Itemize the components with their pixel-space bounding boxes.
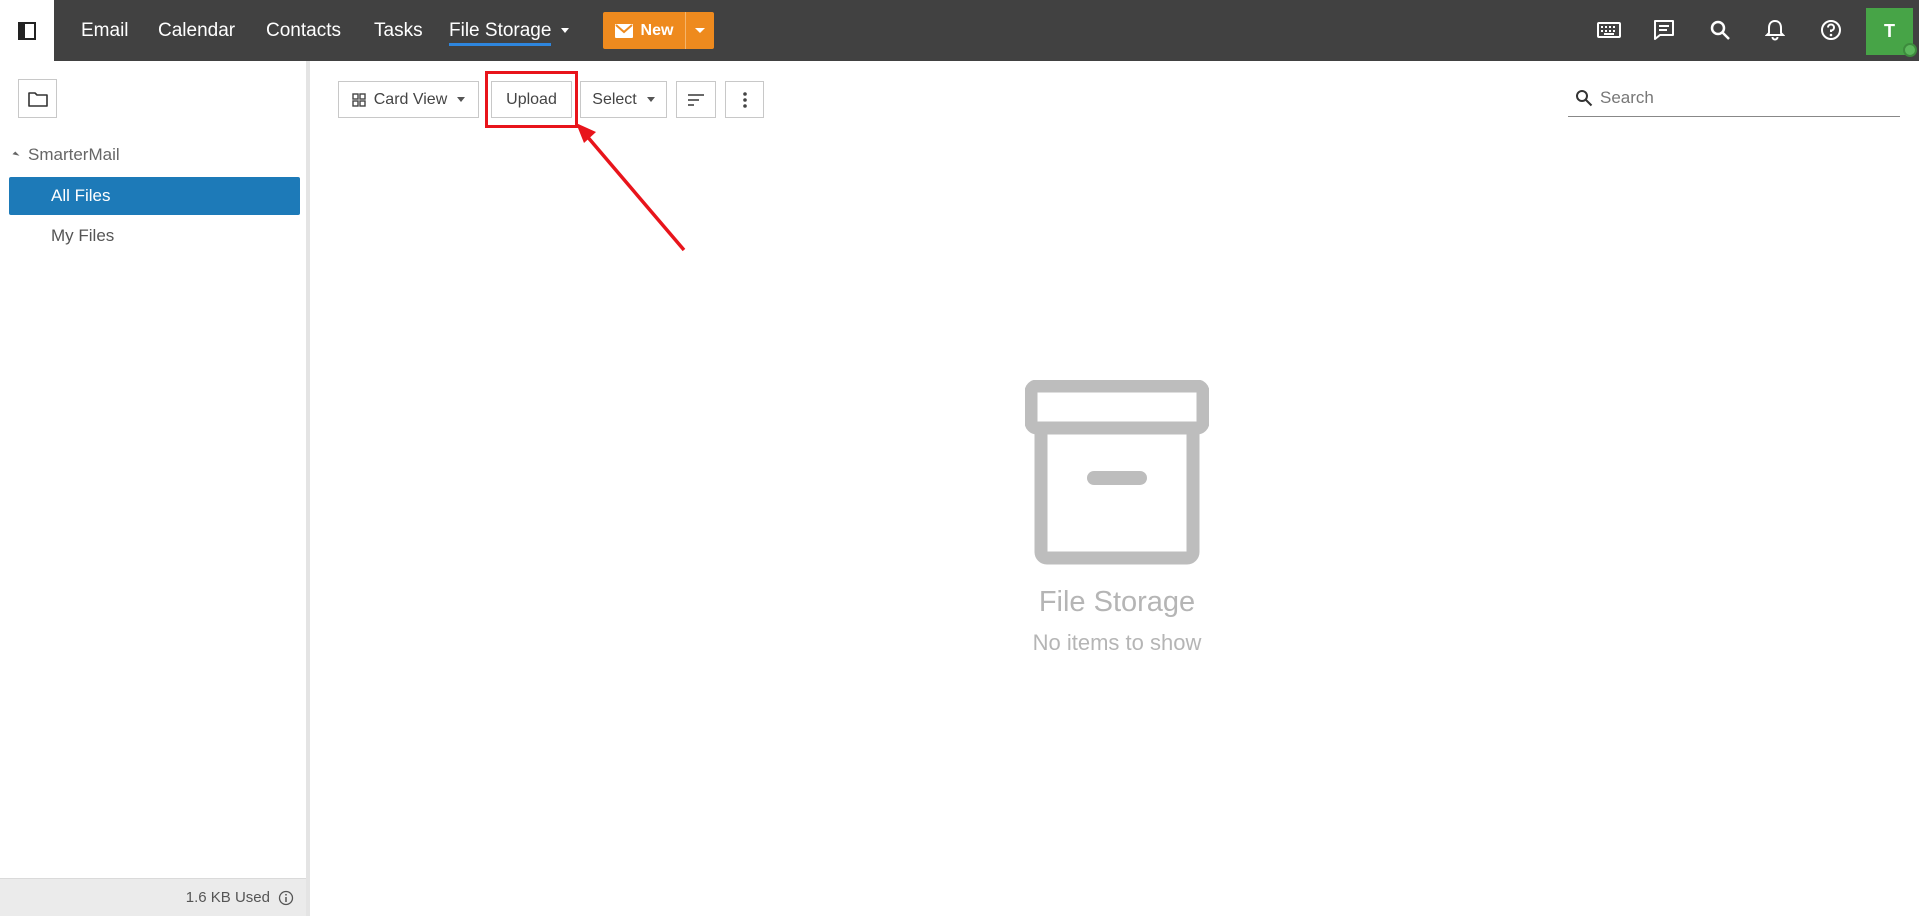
new-dropdown-button[interactable] (685, 12, 714, 49)
chevron-down-icon (695, 28, 705, 33)
archive-box-icon (1025, 380, 1209, 565)
card-view-dropdown[interactable]: Card View (338, 81, 479, 118)
keyboard-icon (1597, 22, 1621, 38)
chevron-down-icon (457, 97, 466, 102)
online-status-dot (1903, 43, 1917, 57)
nav-calendar[interactable]: Calendar (158, 0, 235, 61)
chevron-down-icon (561, 28, 570, 34)
new-folder-button[interactable] (18, 79, 57, 118)
search-icon (1710, 20, 1730, 40)
folder-icon (27, 91, 48, 107)
info-icon[interactable] (278, 890, 294, 906)
global-search-button[interactable] (1705, 15, 1735, 45)
upload-button[interactable]: Upload (491, 81, 572, 118)
top-navigation-bar: Email Calendar Contacts Tasks File Stora… (0, 0, 1919, 61)
avatar-initial: T (1884, 21, 1895, 41)
sidebar-item-my-files[interactable]: My Files (9, 217, 300, 255)
empty-state-title: File Storage (1038, 586, 1196, 618)
quota-text: 1.6 KB Used (185, 889, 270, 906)
notifications-button[interactable] (1760, 15, 1790, 45)
chat-icon (1654, 20, 1674, 40)
sidebar-item-all-files[interactable]: All Files (9, 177, 300, 215)
sidebar-toggle-button[interactable] (0, 0, 54, 61)
tree-root-label: SmarterMail (28, 145, 120, 164)
collapse-triangle-icon (12, 151, 20, 159)
card-view-label: Card View (373, 90, 448, 108)
new-button-label: New (640, 21, 674, 39)
bell-icon (1765, 19, 1785, 41)
empty-state-subtitle: No items to show (1032, 630, 1202, 655)
user-avatar[interactable]: T (1866, 8, 1917, 57)
keyboard-shortcuts-button[interactable] (1594, 15, 1624, 45)
help-icon (1821, 20, 1841, 40)
select-dropdown[interactable]: Select (580, 81, 667, 118)
tree-root-smartermail[interactable]: SmarterMail (12, 143, 120, 167)
sidebar-item-label: My Files (51, 226, 115, 245)
nav-tasks[interactable]: Tasks (374, 0, 423, 61)
sort-icon (688, 93, 704, 106)
sidebar-toggle-icon (18, 21, 36, 40)
help-button[interactable] (1816, 15, 1846, 45)
sidebar-item-label: All Files (51, 186, 111, 205)
file-search (1568, 80, 1900, 117)
search-input[interactable] (1600, 88, 1890, 108)
search-icon (1568, 89, 1600, 107)
grid-view-icon (352, 92, 366, 107)
new-button-group: New (603, 12, 714, 49)
annotation-arrow (576, 123, 686, 252)
nav-contacts[interactable]: Contacts (266, 0, 341, 61)
storage-quota: 1.6 KB Used (0, 878, 306, 916)
upload-label: Upload (506, 90, 557, 108)
sort-button[interactable] (676, 81, 716, 118)
file-sidebar: SmarterMail All Files My Files 1.6 KB Us… (0, 61, 310, 916)
more-vertical-icon (742, 91, 747, 108)
envelope-icon (614, 23, 633, 38)
select-label: Select (592, 90, 637, 108)
more-options-button[interactable] (725, 81, 764, 118)
nav-email[interactable]: Email (81, 0, 129, 61)
new-button[interactable]: New (603, 12, 685, 49)
chevron-down-icon (646, 97, 655, 102)
nav-file-storage[interactable]: File Storage (449, 0, 570, 61)
chat-button[interactable] (1649, 15, 1679, 45)
